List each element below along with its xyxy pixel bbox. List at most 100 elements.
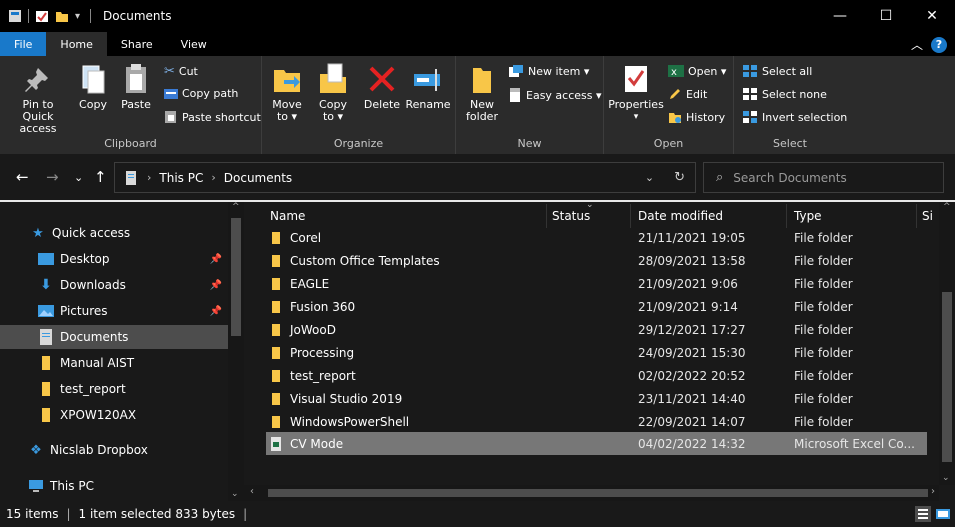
pin-icon[interactable]: 📌 xyxy=(210,280,222,291)
scroll-up-icon[interactable]: ^ xyxy=(232,202,240,212)
scroll-left-icon[interactable]: ‹ xyxy=(250,486,254,497)
breadcrumb-chevron-icon[interactable]: › xyxy=(211,171,215,184)
cut-button[interactable]: ✂ Cut xyxy=(164,64,198,79)
nav-scroll-thumb[interactable] xyxy=(231,218,241,336)
column-header-status[interactable]: Status xyxy=(552,209,590,223)
recent-dropdown-icon[interactable]: ⌄ xyxy=(74,171,83,184)
breadcrumb-this-pc[interactable]: This PC xyxy=(159,171,203,185)
search-box[interactable]: ⌕ xyxy=(703,162,944,193)
status-separator: | xyxy=(66,507,71,521)
select-none-button[interactable]: Select none xyxy=(742,87,827,101)
file-row[interactable]: test_report 02/02/2022 20:52 File folder xyxy=(266,364,927,387)
details-view-icon[interactable] xyxy=(915,506,931,522)
move-to-button[interactable]: Move to ▾ xyxy=(268,62,306,123)
rename-button[interactable]: Rename xyxy=(405,62,451,111)
file-row[interactable]: Fusion 360 21/09/2021 9:14 File folder xyxy=(266,295,927,318)
properties-button[interactable]: Properties ▾ xyxy=(608,62,664,123)
minimize-button[interactable]: — xyxy=(817,0,863,32)
back-arrow-icon[interactable]: ← xyxy=(16,168,29,186)
tab-file[interactable]: File xyxy=(0,32,47,56)
copy-to-button[interactable]: Copy to ▾ xyxy=(314,62,352,123)
nav-nicslab-dropbox[interactable]: ❖ Nicslab Dropbox xyxy=(0,438,228,462)
delete-button[interactable]: Delete xyxy=(362,62,402,111)
breadcrumb-chevron-icon[interactable]: › xyxy=(147,171,151,184)
nav-this-pc[interactable]: This PC xyxy=(0,474,228,498)
close-button[interactable]: ✕ xyxy=(909,0,955,32)
scroll-down-icon[interactable]: ⌄ xyxy=(231,489,239,499)
nav-documents[interactable]: Documents xyxy=(0,325,228,349)
copy-button[interactable]: Copy xyxy=(76,62,110,111)
search-input[interactable] xyxy=(733,170,924,185)
column-divider[interactable] xyxy=(546,204,547,228)
copy-path-button[interactable]: Copy path xyxy=(164,87,238,100)
help-icon[interactable]: ? xyxy=(931,36,947,53)
new-item-button[interactable]: New item ▾ xyxy=(508,64,589,78)
pin-icon[interactable]: 📌 xyxy=(210,306,222,317)
new-group: New folder New item ▾ Easy access ▾ New xyxy=(456,56,604,154)
pin-icon[interactable]: 📌 xyxy=(210,254,222,265)
horizontal-scroll-thumb[interactable] xyxy=(268,489,928,497)
file-list-vertical-scrollbar[interactable]: ^ ⌄ xyxy=(939,202,955,485)
title-separator xyxy=(90,9,92,23)
file-row[interactable]: Corel 21/11/2021 19:05 File folder xyxy=(266,226,927,249)
file-row[interactable]: Custom Office Templates 28/09/2021 13:58… xyxy=(266,249,927,272)
status-bar: 15 items | 1 item selected 833 bytes | xyxy=(0,501,955,527)
new-folder-quick-icon[interactable] xyxy=(55,9,69,23)
nav-manual-aist[interactable]: Manual AIST xyxy=(0,351,228,375)
breadcrumb-documents[interactable]: Documents xyxy=(224,171,292,185)
quick-access-dropdown-icon[interactable]: ▾ xyxy=(75,11,80,22)
forward-arrow-icon[interactable]: → xyxy=(46,168,59,186)
refresh-icon[interactable]: ↻ xyxy=(674,170,685,185)
file-list-horizontal-scrollbar[interactable]: ‹ › xyxy=(244,485,939,501)
column-header-name[interactable]: Name xyxy=(270,209,305,223)
scroll-down-icon[interactable]: ⌄ xyxy=(942,473,950,483)
properties-quick-icon[interactable] xyxy=(35,9,49,23)
select-all-button[interactable]: Select all xyxy=(742,64,812,78)
new-folder-button[interactable]: New folder xyxy=(462,62,502,123)
open-button[interactable]: x Open ▾ xyxy=(668,64,726,78)
file-row-selected[interactable]: CV Mode 04/02/2022 14:32 Microsoft Excel… xyxy=(266,432,927,455)
window-title: Documents xyxy=(103,9,172,23)
column-divider[interactable] xyxy=(786,204,787,228)
file-row[interactable]: EAGLE 21/09/2021 9:06 File folder xyxy=(266,272,927,295)
file-row[interactable]: Visual Studio 2019 23/11/2021 14:40 File… xyxy=(266,387,927,410)
address-bar[interactable]: › This PC › Documents ⌄ ↻ xyxy=(114,162,696,193)
nav-desktop[interactable]: Desktop 📌 xyxy=(0,247,228,271)
history-button[interactable]: History xyxy=(668,110,725,124)
column-divider[interactable] xyxy=(916,204,917,228)
vertical-scroll-thumb[interactable] xyxy=(942,292,952,462)
file-row[interactable]: JoWooD 29/12/2021 17:27 File folder xyxy=(266,318,927,341)
nav-pictures[interactable]: Pictures 📌 xyxy=(0,299,228,323)
invert-selection-button[interactable]: Invert selection xyxy=(742,110,847,124)
column-header-date-modified[interactable]: Date modified xyxy=(638,209,723,223)
pin-quick-access-button[interactable]: Pin to Quick access xyxy=(4,62,72,135)
nav-test-report[interactable]: test_report xyxy=(0,377,228,401)
large-icons-view-icon[interactable] xyxy=(935,506,951,522)
nav-pane-scrollbar[interactable]: ^ ⌄ xyxy=(228,202,244,501)
easy-access-button[interactable]: Easy access ▾ xyxy=(508,87,602,103)
scroll-up-icon[interactable]: ^ xyxy=(943,202,951,212)
paste-shortcut-label: Paste shortcut xyxy=(182,110,261,124)
file-name: JoWooD xyxy=(290,322,336,337)
paste-shortcut-button[interactable]: Paste shortcut xyxy=(164,110,261,124)
file-type: File folder xyxy=(794,276,853,291)
file-row[interactable]: Processing 24/09/2021 15:30 File folder xyxy=(266,341,927,364)
address-dropdown-icon[interactable]: ⌄ xyxy=(645,171,654,184)
maximize-button[interactable]: ☐ xyxy=(863,0,909,32)
collapse-ribbon-icon[interactable]: ︿ xyxy=(911,36,923,53)
tab-home[interactable]: Home xyxy=(46,32,107,56)
nav-xpow120ax[interactable]: XPOW120AX xyxy=(0,403,228,427)
up-arrow-icon[interactable]: ↑ xyxy=(94,168,107,186)
tab-view[interactable]: View xyxy=(167,32,221,56)
scroll-right-icon[interactable]: › xyxy=(931,486,935,497)
nav-label: test_report xyxy=(60,382,126,396)
column-divider[interactable] xyxy=(630,204,631,228)
nav-downloads[interactable]: ⬇ Downloads 📌 xyxy=(0,273,228,297)
column-header-type[interactable]: Type xyxy=(794,209,822,223)
tab-share[interactable]: Share xyxy=(107,32,167,56)
column-header-size[interactable]: Si xyxy=(922,209,933,223)
nav-quick-access[interactable]: ★ Quick access xyxy=(0,221,228,245)
file-row[interactable]: WindowsPowerShell 22/09/2021 14:07 File … xyxy=(266,410,927,433)
edit-button[interactable]: Edit xyxy=(668,87,707,101)
paste-button[interactable]: Paste xyxy=(118,62,154,111)
